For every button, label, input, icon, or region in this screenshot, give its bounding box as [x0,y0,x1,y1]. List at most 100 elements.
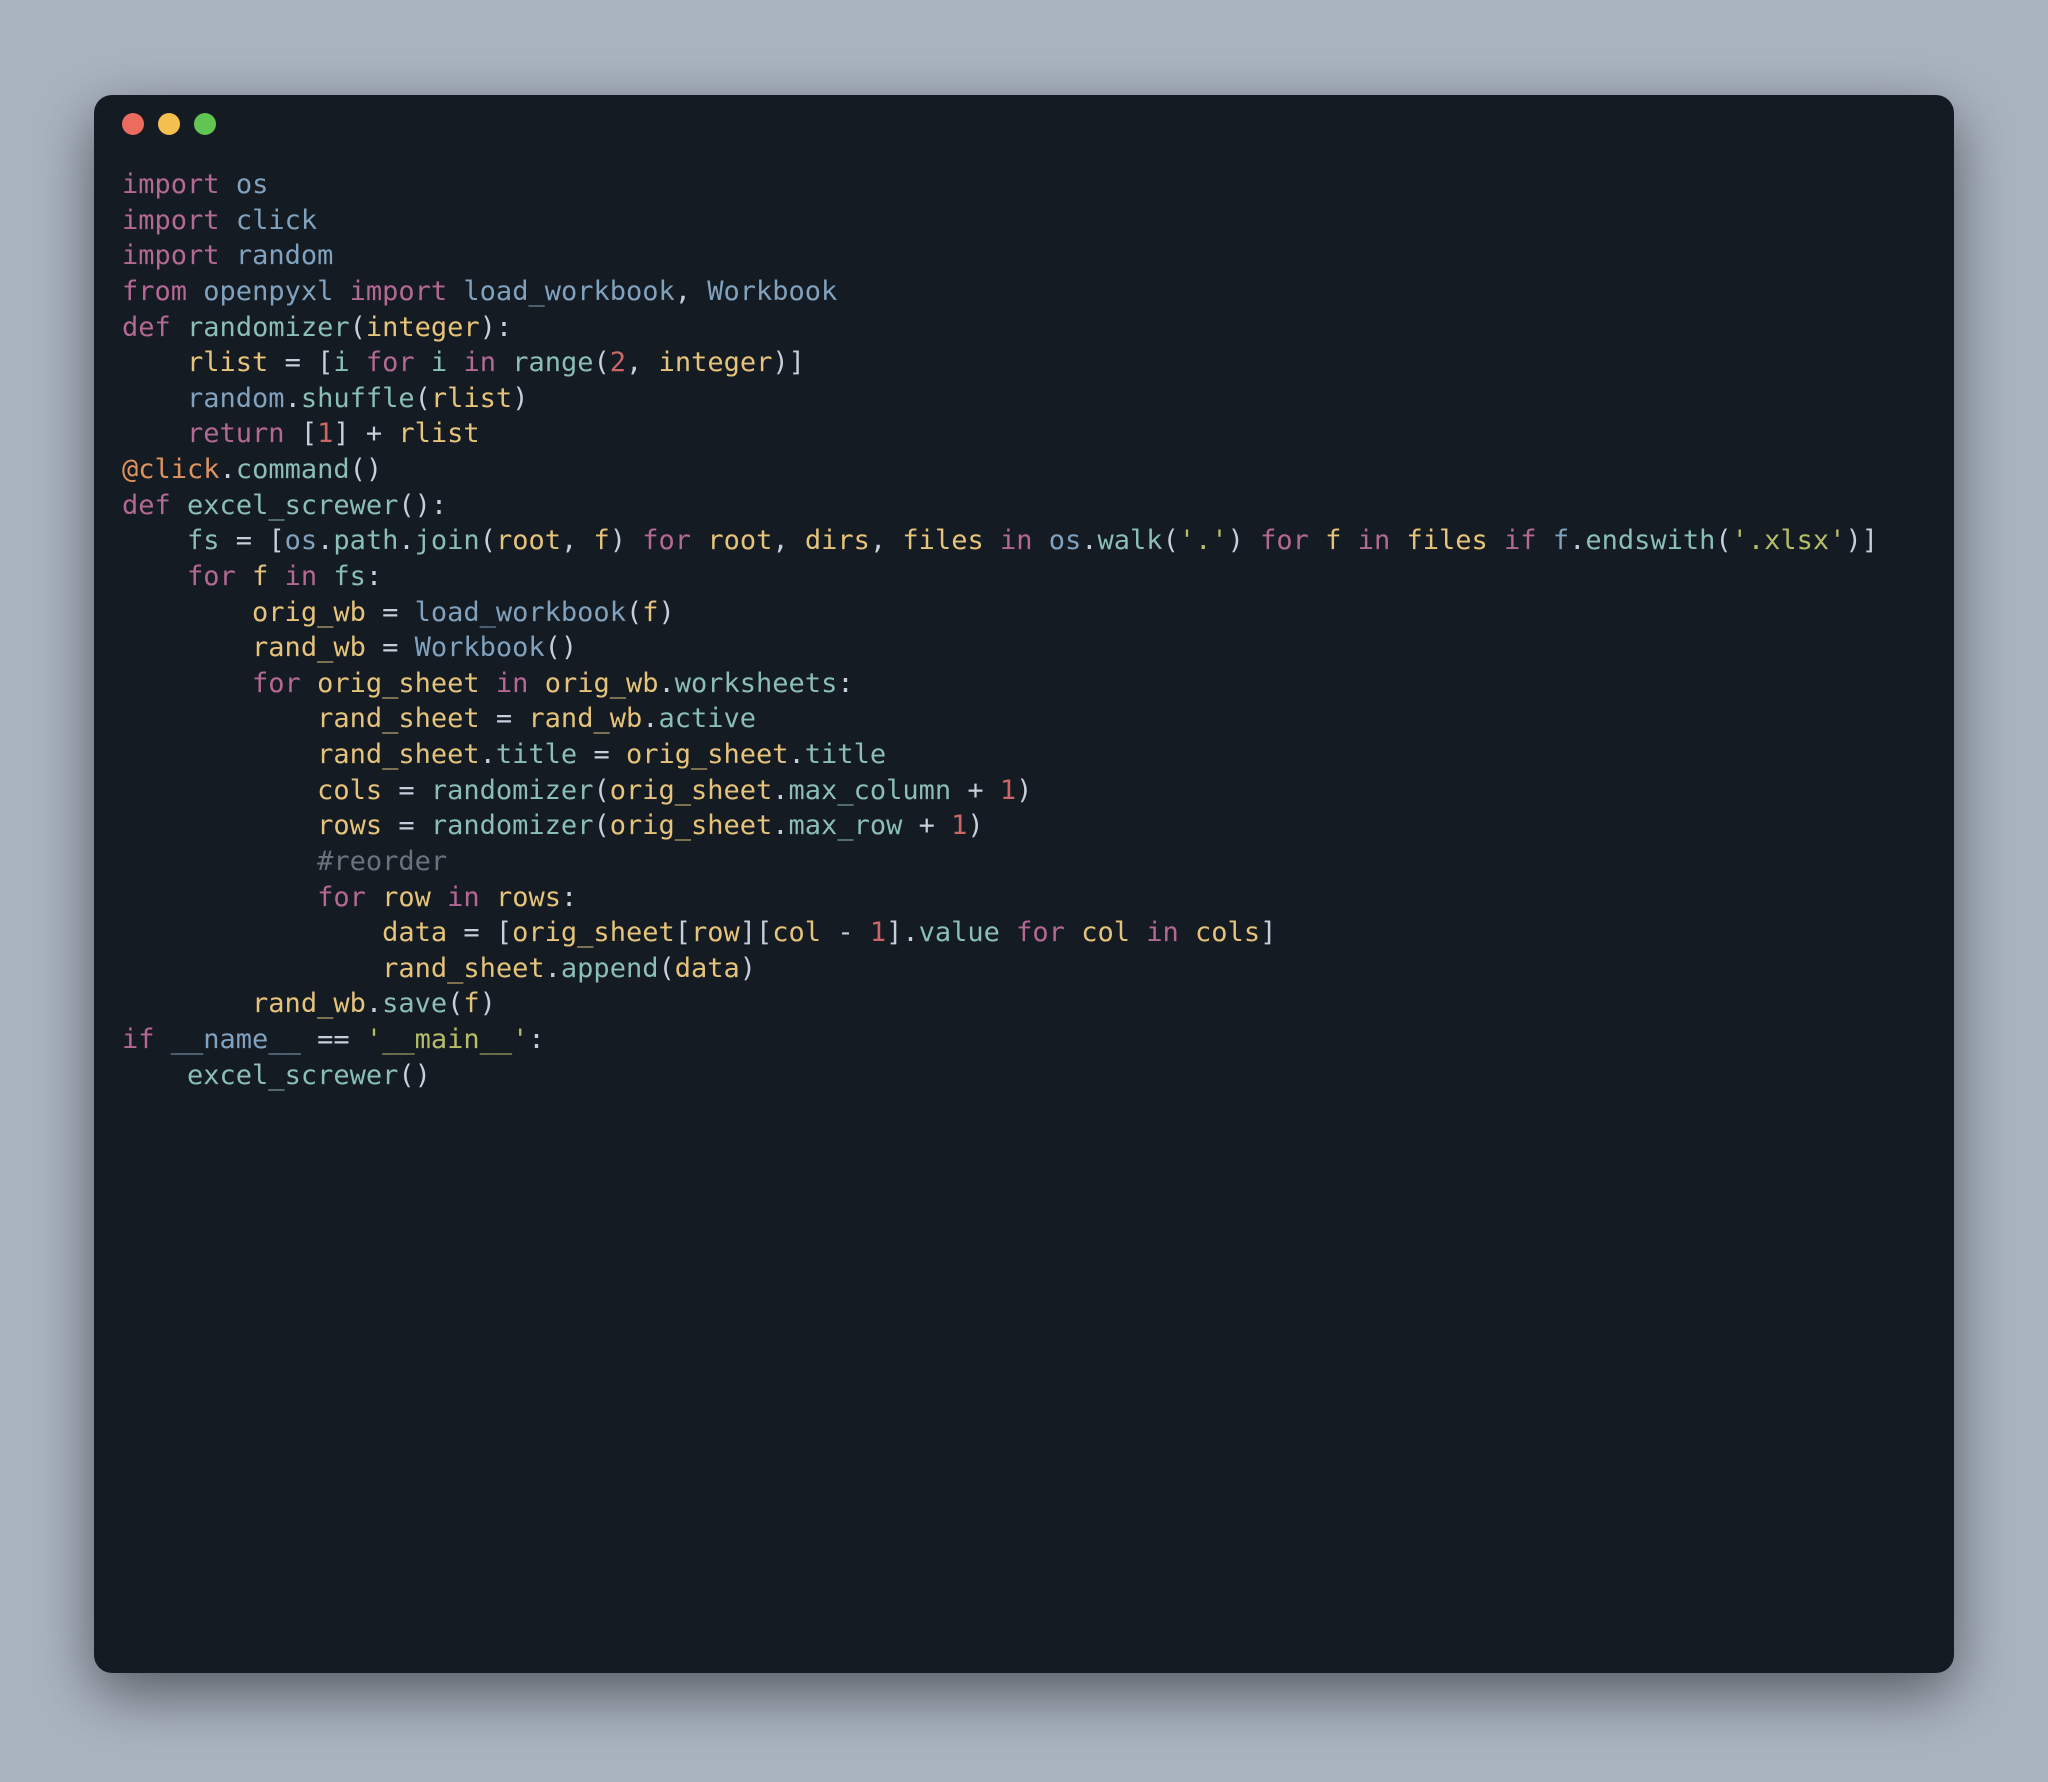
code-token: for [187,561,236,592]
code-token: . [659,668,675,699]
code-token [350,347,366,378]
code-token [122,953,382,984]
code-token: ( [480,525,496,556]
code-token: , [675,276,708,307]
code-token: fs [187,525,220,556]
code-line: rand_sheet = rand_wb.active [122,701,1926,737]
code-token: title [496,739,577,770]
code-token: integer [659,347,773,378]
code-token: root [707,525,772,556]
code-token: walk [1098,525,1163,556]
zoom-button[interactable] [194,113,216,135]
code-token [187,276,203,307]
code-token [1309,525,1325,556]
code-token: : [528,1024,544,1055]
code-token: data [675,953,740,984]
code-line: @click.command() [122,452,1926,488]
code-token: - [821,917,870,948]
code-token: ] + [333,418,398,449]
code-token: = [366,632,415,663]
code-token: = [577,739,626,770]
code-line: #reorder [122,844,1926,880]
code-token: for [252,668,301,699]
code-line: orig_wb = load_workbook(f) [122,595,1926,631]
code-token: path [333,525,398,556]
code-token: files [1406,525,1487,556]
code-token: in [463,347,496,378]
code-line: rand_wb = Workbook() [122,630,1926,666]
code-token: ( [658,953,674,984]
code-token [122,668,252,699]
code-line: rlist = [i for i in range(2, integer)] [122,345,1926,381]
code-line: fs = [os.path.join(root, f) for root, di… [122,523,1926,559]
code-token [366,882,382,913]
code-token: ) [967,810,983,841]
code-token: = [ [447,917,512,948]
code-token: if [122,1024,155,1055]
code-editor[interactable]: import osimport clickimport randomfrom o… [94,153,1954,1673]
code-token: join [415,525,480,556]
code-token: rows [317,810,382,841]
minimize-button[interactable] [158,113,180,135]
code-token [528,668,544,699]
code-token: ( [594,347,610,378]
code-token: def [122,490,171,521]
code-token: max_row [789,810,903,841]
code-token: 2 [610,347,626,378]
close-button[interactable] [122,113,144,135]
code-token: os [1049,525,1082,556]
code-line: random.shuffle(rlist) [122,381,1926,417]
code-token [301,668,317,699]
code-token: click [236,205,317,236]
code-token: random [187,383,285,414]
code-token: orig_wb [252,597,366,628]
code-token: rand_wb [252,632,366,663]
code-token: orig_sheet [512,917,675,948]
code-token: )] [1845,525,1878,556]
code-token: append [561,953,659,984]
code-token: os [285,525,318,556]
code-token: files [902,525,983,556]
code-token [1179,917,1195,948]
code-token: worksheets [675,668,838,699]
code-token: = [366,597,415,628]
code-token: (): [398,490,447,521]
code-token: ( [1163,525,1179,556]
code-line: excel_screwer() [122,1058,1926,1094]
code-token: : [561,882,577,913]
code-token [122,703,317,734]
code-token: 1 [870,917,886,948]
code-token: '__main__' [366,1024,529,1055]
code-token: , [561,525,594,556]
code-token: , [772,525,805,556]
code-token [122,1060,187,1091]
code-token: . [317,525,333,556]
code-token: ( [593,810,609,841]
code-token: f [594,525,610,556]
terminal-window: import osimport clickimport randomfrom o… [94,95,1954,1673]
code-token: ( [447,988,463,1019]
code-token: rlist [431,383,512,414]
code-token [1130,917,1146,948]
code-line: def randomizer(integer): [122,310,1926,346]
code-token: i [333,347,349,378]
code-line: from openpyxl import load_workbook, Work… [122,274,1926,310]
code-token: . [480,739,496,770]
code-token: #reorder [317,846,447,877]
code-token: load_workbook [463,276,674,307]
code-token [1390,525,1406,556]
code-token: orig_sheet [317,668,480,699]
code-token: for [1260,525,1309,556]
code-token: f [642,597,658,628]
code-token: Workbook [707,276,837,307]
code-token: . [545,953,561,984]
code-token [220,240,236,271]
code-token: dirs [805,525,870,556]
code-token: = [382,810,431,841]
code-token: . [772,810,788,841]
code-token: for [1016,917,1065,948]
code-token: ) [1016,775,1032,806]
code-token [122,632,252,663]
code-token: random [236,240,334,271]
code-token: 1 [951,810,967,841]
